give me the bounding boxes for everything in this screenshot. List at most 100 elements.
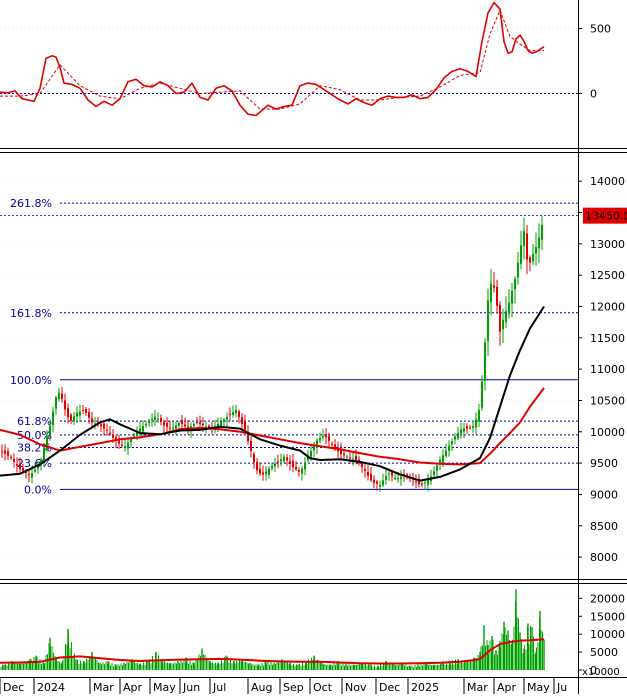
candle-body	[19, 463, 21, 470]
x-tick-label: Dec	[379, 681, 400, 694]
candle-body	[103, 423, 105, 429]
price-y-tick-label: 9500	[590, 457, 618, 470]
candle-body	[442, 455, 444, 463]
candle-body	[436, 465, 438, 471]
candle-body	[487, 300, 489, 342]
candle-body	[181, 420, 183, 424]
candle-body	[16, 464, 18, 466]
candle-body	[517, 262, 519, 278]
candle-body	[532, 254, 534, 262]
candle-body	[469, 427, 471, 429]
price-y-tick-label: 10000	[590, 426, 625, 439]
price-y-tick-label: 12000	[590, 300, 625, 313]
candle-body	[328, 436, 330, 441]
candle-body	[262, 472, 264, 475]
candle-body	[448, 445, 450, 451]
candle-body	[52, 411, 54, 425]
candle-body	[319, 438, 321, 441]
candle-body	[361, 463, 363, 468]
price-y-tick-label: 11000	[590, 363, 625, 376]
candle-body	[67, 408, 69, 418]
candle-body	[28, 473, 30, 476]
candle-body	[163, 421, 165, 426]
x-tick-label: Dec	[3, 681, 24, 694]
x-tick-label: Mar	[467, 681, 488, 694]
candle-body	[481, 381, 483, 408]
candle-body	[400, 476, 402, 480]
candle-body	[433, 471, 435, 476]
candle-body	[304, 462, 306, 470]
candle-body	[85, 408, 87, 413]
candle-body	[160, 418, 162, 422]
fib-level-label: 100.0%	[10, 374, 52, 387]
candle-body	[457, 432, 459, 439]
candle-body	[199, 422, 201, 424]
candle-body	[490, 283, 492, 303]
candle-body	[298, 469, 300, 472]
candle-body	[424, 482, 426, 484]
x-tick-label: Sep	[283, 681, 304, 694]
candle-body	[463, 428, 465, 432]
volume-y-tick-label: 5000	[590, 646, 618, 659]
candle-body	[370, 473, 372, 481]
candle-body	[346, 456, 348, 458]
candle-body	[541, 225, 543, 240]
x-tick-label: Jul	[212, 681, 226, 694]
candle-body	[499, 304, 501, 332]
candle-body	[475, 419, 477, 428]
candle-body	[223, 419, 225, 422]
candle-body	[520, 245, 522, 264]
candle-body	[355, 455, 357, 460]
price-y-tick-label: 8500	[590, 520, 618, 533]
volume-unit-label: x10000	[582, 667, 620, 678]
candle-body	[253, 453, 255, 463]
candle-body	[10, 456, 12, 459]
candle-body	[169, 427, 171, 429]
candle-body	[79, 411, 81, 416]
candle-body	[352, 458, 354, 460]
candle-body	[478, 409, 480, 422]
candle-body	[382, 480, 384, 486]
candle-body	[292, 460, 294, 468]
x-tick-label: Aug	[251, 681, 272, 694]
candle-body	[121, 444, 123, 446]
candle-body	[178, 423, 180, 426]
candle-body	[505, 311, 507, 323]
fib-level-label: 161.8%	[10, 307, 52, 320]
candle-body	[376, 481, 378, 484]
candle-body	[529, 257, 531, 263]
x-tick-label: Jun	[182, 681, 200, 694]
candle-body	[256, 461, 258, 471]
candle-body	[64, 400, 66, 410]
candle-body	[130, 439, 132, 442]
x-tick-label: Mar	[93, 681, 114, 694]
candle-body	[226, 416, 228, 420]
x-tick-label: Ju	[556, 681, 567, 694]
candle-body	[193, 423, 195, 426]
candle-body	[76, 412, 78, 417]
candle-body	[502, 319, 504, 330]
candle-body	[142, 426, 144, 432]
x-tick-label: Apr	[497, 681, 517, 694]
last-price-tag: 13450.00	[583, 207, 627, 224]
candle-body	[22, 467, 24, 472]
x-tick-label: 2024	[37, 681, 65, 694]
candle-body	[301, 468, 303, 474]
candle-body	[484, 342, 486, 382]
candle-body	[322, 435, 324, 437]
candle-body	[70, 414, 72, 421]
candle-body	[241, 417, 243, 424]
candle-body	[394, 477, 396, 479]
x-tick-label: Nov	[345, 681, 367, 694]
candle-body	[508, 302, 510, 312]
candle-body	[427, 479, 429, 485]
candle-body	[460, 429, 462, 434]
fib-level-label: 0.0%	[24, 483, 52, 496]
candle-body	[250, 440, 252, 452]
candle-body	[316, 440, 318, 449]
candle-body	[196, 421, 198, 423]
candle-body	[61, 393, 63, 399]
x-tick-label: Oct	[313, 681, 333, 694]
indicator-y-tick-label: 500	[590, 23, 611, 36]
candle-body	[445, 450, 447, 456]
